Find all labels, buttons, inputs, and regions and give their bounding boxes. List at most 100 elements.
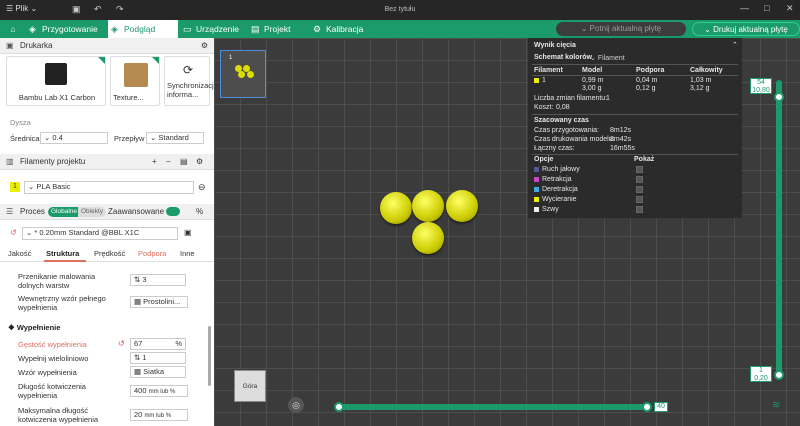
multiline-input[interactable]: ⇅ 1 <box>130 352 186 364</box>
move-start-handle[interactable] <box>334 402 344 412</box>
anchor-max-input[interactable]: 20 mm lub % <box>130 409 188 421</box>
cost-value: 0,08 <box>556 104 570 111</box>
bottom-layer-handle[interactable] <box>774 370 784 380</box>
view-cube[interactable]: Góra <box>234 370 266 402</box>
minimize-icon[interactable]: — <box>740 3 749 13</box>
remove-icon[interactable]: − <box>166 154 171 170</box>
top-layer-label: 54 10,80 <box>750 78 772 94</box>
folder-icon: ▤ <box>251 24 260 34</box>
tab-quality[interactable]: Jakość <box>8 249 31 258</box>
support-length: 0,04 m <box>636 77 658 84</box>
tab-other[interactable]: Inne <box>180 249 195 258</box>
model-object[interactable] <box>412 222 444 254</box>
device-icon: ▭ <box>183 24 192 34</box>
reset-icon[interactable]: ↺ <box>10 228 17 237</box>
calibration-icon: ⚙ <box>313 24 322 34</box>
infill-density-input[interactable]: 67% <box>130 338 186 350</box>
global-toggle[interactable]: Globalne <box>48 207 81 217</box>
nav-bar: ⌂ ◈ Przygotowanie ◈ Podgląd ▭ Urządzenie ▤ P… <box>0 20 800 38</box>
window-title: Bez tytułu <box>384 6 416 13</box>
option-checkbox[interactable] <box>636 196 643 203</box>
cost-label: Koszt: <box>534 104 554 111</box>
model-time-value: 8m42s <box>610 136 632 143</box>
scrollbar[interactable] <box>208 326 211 386</box>
bottom-layer-label: 1 0,20 <box>750 366 772 382</box>
prep-label: Czas przygotowania: <box>534 127 599 134</box>
option-checkbox[interactable] <box>636 186 643 193</box>
filament-index: 1 <box>10 182 20 192</box>
title-bar: ☰ Plik ⌄ ▣ ↶ ↷ Bez tytułu — □ ✕ <box>0 0 800 20</box>
reset-icon[interactable]: ↺ <box>118 339 125 348</box>
gear-icon[interactable]: ⚙ <box>201 38 208 54</box>
objects-toggle[interactable]: Obiekty <box>78 207 107 217</box>
remove-filament-icon[interactable]: ⊖ <box>198 182 206 193</box>
advanced-switch[interactable] <box>166 207 180 216</box>
close-icon[interactable]: ✕ <box>786 3 794 14</box>
option-label: Deretrakcja <box>542 186 578 193</box>
tab-preview[interactable]: ◈ Podgląd <box>108 20 178 38</box>
option-checkbox[interactable] <box>636 166 643 173</box>
col-model: Model <box>582 67 603 74</box>
total-time-value: 16m55s <box>610 145 635 152</box>
print-plate-button[interactable]: ⌄ Drukuj aktualną płytę <box>692 22 800 36</box>
anchor-length-input[interactable]: 400 mm lub % <box>130 385 188 397</box>
model-object[interactable] <box>412 190 444 222</box>
flow-select[interactable]: ⌄ Standard <box>146 132 204 144</box>
infill-pattern-select[interactable]: ▦ Siatka <box>130 366 186 378</box>
process-tabs: Jakość Struktura Prędkość Podpora Inne <box>0 246 214 262</box>
chevron-down-icon: ⌄ <box>580 24 590 33</box>
compare-icon[interactable]: % <box>196 204 203 220</box>
printer-card[interactable]: Bambu Lab X1 Carbon <box>6 56 106 106</box>
camera-icon[interactable]: ◎ <box>288 397 304 413</box>
option-color-swatch <box>534 207 539 212</box>
collapse-icon[interactable]: ⌃ <box>732 41 738 49</box>
tab-prepare[interactable]: ◈ Przygotowanie <box>26 20 104 38</box>
flow-label: Przepływ <box>114 134 145 143</box>
process-profile-select[interactable]: ⌄ * 0.20mm Standard @BBL X1C <box>22 227 178 240</box>
paint-bottom-input[interactable]: ⇅ 3 <box>130 274 186 286</box>
plate-card[interactable]: Texture... <box>110 56 160 106</box>
tab-speed[interactable]: Prędkość <box>94 249 125 258</box>
diameter-select[interactable]: ⌄ 0.4 <box>40 132 108 144</box>
changes-value: 1 <box>606 95 610 102</box>
edit-icon[interactable]: ▤ <box>180 154 188 170</box>
solid-pattern-select[interactable]: ▦ Prostolini... <box>130 296 188 308</box>
slice-plate-button[interactable]: ⌄ Potnij aktualną płytę <box>556 22 686 36</box>
changes-label: Liczba zmian filamentu: <box>534 95 608 102</box>
model-object[interactable] <box>446 190 478 222</box>
top-layer-handle[interactable] <box>774 92 784 102</box>
scheme-select[interactable]: ⌄ Filament <box>590 54 625 62</box>
sync-card[interactable]: ⟳ Synchronizacja informa... <box>164 56 218 106</box>
tab-support[interactable]: Podpora <box>138 249 166 258</box>
tab-device[interactable]: ▭ Urządzenie <box>180 20 246 38</box>
time-title: Szacowany czas <box>534 117 589 124</box>
divider <box>532 114 738 115</box>
advanced-label: Zaawansowane <box>108 207 165 216</box>
layers-toggle-icon[interactable]: ≋ <box>772 400 780 411</box>
maximize-icon[interactable]: □ <box>764 3 769 13</box>
model-object[interactable] <box>380 192 412 224</box>
infill-pattern-label: Wzór wypełnienia <box>18 368 77 377</box>
home-icon[interactable]: ⌂ <box>4 20 22 38</box>
option-color-swatch <box>534 197 539 202</box>
tab-calibration[interactable]: ⚙ Kalibracja <box>310 20 374 38</box>
tab-project[interactable]: ▤ Projekt <box>248 20 302 38</box>
plate-thumbnail[interactable]: 1 <box>220 50 266 98</box>
option-checkbox[interactable] <box>636 176 643 183</box>
gear-icon[interactable]: ⚙ <box>196 154 203 170</box>
filament-select[interactable]: ⌄ PLA Basic <box>24 181 194 194</box>
paint-bottom-label: Przenikanie malowania dolnych warstw <box>18 272 96 290</box>
save-profile-icon[interactable]: ▣ <box>184 228 192 237</box>
move-slider[interactable] <box>336 404 646 410</box>
option-checkbox[interactable] <box>636 206 643 213</box>
option-label: Retrakcja <box>542 176 572 183</box>
plate-image <box>124 63 148 87</box>
corner-indicator <box>98 57 105 64</box>
result-title: Wynik cięcia <box>534 42 576 49</box>
tab-structure[interactable]: Struktura <box>46 249 79 258</box>
move-end-handle[interactable] <box>642 402 652 412</box>
diameter-label: Średnica <box>10 134 40 143</box>
layer-slider[interactable] <box>776 80 782 380</box>
thumb-object <box>247 71 254 78</box>
add-icon[interactable]: + <box>152 154 157 170</box>
